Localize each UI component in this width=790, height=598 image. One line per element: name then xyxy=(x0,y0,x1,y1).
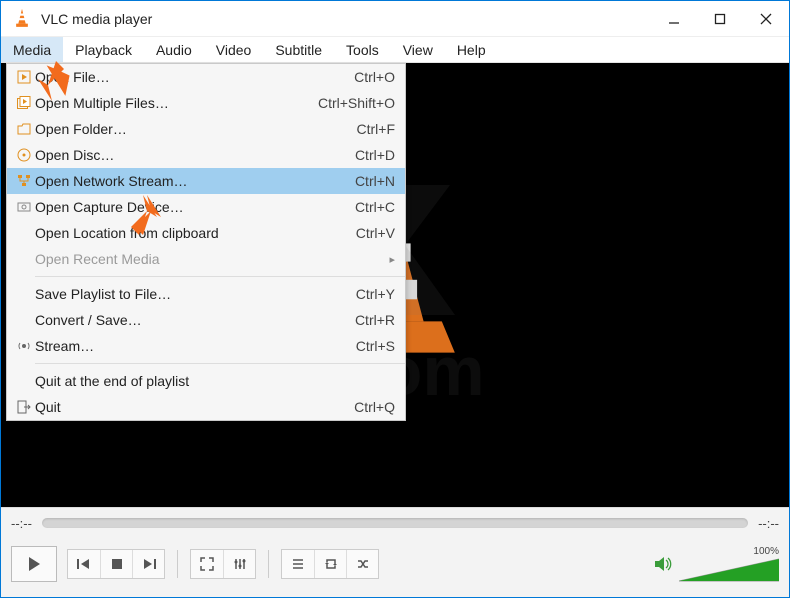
menu-open-capture[interactable]: Open Capture Device… Ctrl+C xyxy=(7,194,405,220)
menu-label: Open Location from clipboard xyxy=(35,225,344,241)
menu-shortcut: Ctrl+Y xyxy=(356,286,395,302)
close-button[interactable] xyxy=(743,1,789,37)
menu-label: Open Recent Media xyxy=(35,251,389,267)
file-play-icon xyxy=(13,70,35,84)
files-play-icon xyxy=(13,96,35,110)
menu-label: Open Folder… xyxy=(35,121,345,137)
menu-shortcut: Ctrl+V xyxy=(356,225,395,241)
media-menu-dropdown: Open File… Ctrl+O Open Multiple Files… C… xyxy=(6,63,406,421)
menu-shortcut: Ctrl+O xyxy=(354,69,395,85)
menu-shortcut: Ctrl+R xyxy=(355,312,395,328)
menu-video[interactable]: Video xyxy=(204,37,264,62)
volume-control: 100% xyxy=(653,546,779,583)
menu-separator xyxy=(35,363,405,364)
fullscreen-button[interactable] xyxy=(191,550,223,578)
next-icon xyxy=(141,557,157,571)
loop-button[interactable] xyxy=(314,550,346,578)
menu-view[interactable]: View xyxy=(391,37,445,62)
menu-open-folder[interactable]: Open Folder… Ctrl+F xyxy=(7,116,405,142)
seek-row: --:-- --:-- xyxy=(1,508,789,538)
menu-quit[interactable]: Quit Ctrl+Q xyxy=(7,394,405,420)
shuffle-button[interactable] xyxy=(346,550,378,578)
app-window: VLC media player Media Playback Audio Vi… xyxy=(0,0,790,598)
menu-open-disc[interactable]: Open Disc… Ctrl+D xyxy=(7,142,405,168)
previous-button[interactable] xyxy=(68,550,100,578)
play-icon xyxy=(25,555,43,573)
menu-playback[interactable]: Playback xyxy=(63,37,144,62)
menu-open-network-stream[interactable]: Open Network Stream… Ctrl+N xyxy=(7,168,405,194)
annotation-arrow-icon xyxy=(34,59,74,103)
menu-save-playlist[interactable]: Save Playlist to File… Ctrl+Y xyxy=(7,281,405,307)
time-elapsed[interactable]: --:-- xyxy=(11,516,32,531)
controls-row: 100% xyxy=(1,538,789,590)
vlc-cone-icon xyxy=(11,8,33,30)
seek-slider[interactable] xyxy=(42,518,748,528)
separator xyxy=(268,550,269,578)
menu-open-recent[interactable]: Open Recent Media ▸ xyxy=(7,246,405,272)
volume-slider[interactable] xyxy=(679,557,779,583)
maximize-button[interactable] xyxy=(697,1,743,37)
menu-label: Save Playlist to File… xyxy=(35,286,344,302)
menu-tools[interactable]: Tools xyxy=(334,37,391,62)
menu-convert[interactable]: Convert / Save… Ctrl+R xyxy=(7,307,405,333)
menu-label: Open Multiple Files… xyxy=(35,95,306,111)
volume-percent: 100% xyxy=(745,546,779,557)
menu-label: Convert / Save… xyxy=(35,312,343,328)
stop-icon xyxy=(111,558,123,570)
window-buttons xyxy=(651,1,789,37)
menu-shortcut: Ctrl+Q xyxy=(354,399,395,415)
menu-shortcut: Ctrl+N xyxy=(355,173,395,189)
menu-audio[interactable]: Audio xyxy=(144,37,204,62)
menubar: Media Playback Audio Video Subtitle Tool… xyxy=(1,37,789,63)
network-icon xyxy=(13,174,35,188)
speaker-icon[interactable] xyxy=(653,555,673,573)
submenu-arrow-icon: ▸ xyxy=(389,253,395,266)
view-buttons-group xyxy=(190,549,256,579)
playlist-button[interactable] xyxy=(282,550,314,578)
menu-label: Quit xyxy=(35,399,342,415)
shuffle-icon xyxy=(356,557,370,571)
menu-subtitle[interactable]: Subtitle xyxy=(263,37,334,62)
folder-icon xyxy=(13,122,35,136)
menu-shortcut: Ctrl+Shift+O xyxy=(318,95,395,111)
menu-open-clipboard[interactable]: Open Location from clipboard Ctrl+V xyxy=(7,220,405,246)
capture-icon xyxy=(13,200,35,214)
menu-label: Quit at the end of playlist xyxy=(35,373,395,389)
controls-panel: --:-- --:-- xyxy=(1,507,789,597)
separator xyxy=(177,550,178,578)
menu-label: Open File… xyxy=(35,69,342,85)
play-button[interactable] xyxy=(11,546,57,582)
annotation-arrow-icon xyxy=(125,193,165,237)
time-remaining[interactable]: --:-- xyxy=(758,516,779,531)
disc-icon xyxy=(13,148,35,162)
extended-settings-button[interactable] xyxy=(223,550,255,578)
menu-shortcut: Ctrl+D xyxy=(355,147,395,163)
menu-shortcut: Ctrl+C xyxy=(355,199,395,215)
next-button[interactable] xyxy=(132,550,164,578)
playlist-icon xyxy=(291,557,305,571)
menu-help[interactable]: Help xyxy=(445,37,498,62)
menu-shortcut: Ctrl+S xyxy=(356,338,395,354)
previous-icon xyxy=(76,557,92,571)
loop-icon xyxy=(324,557,338,571)
exit-icon xyxy=(13,400,35,414)
menu-label: Stream… xyxy=(35,338,344,354)
fullscreen-icon xyxy=(200,557,214,571)
minimize-button[interactable] xyxy=(651,1,697,37)
window-title: VLC media player xyxy=(41,11,651,27)
titlebar: VLC media player xyxy=(1,1,789,37)
equalizer-icon xyxy=(233,557,247,571)
menu-quit-end[interactable]: Quit at the end of playlist xyxy=(7,368,405,394)
playlist-buttons-group xyxy=(281,549,379,579)
menu-label: Open Disc… xyxy=(35,147,343,163)
playback-buttons-group xyxy=(67,549,165,579)
stop-button[interactable] xyxy=(100,550,132,578)
menu-label: Open Capture Device… xyxy=(35,199,343,215)
menu-shortcut: Ctrl+F xyxy=(357,121,396,137)
menu-label: Open Network Stream… xyxy=(35,173,343,189)
menu-stream[interactable]: Stream… Ctrl+S xyxy=(7,333,405,359)
stream-icon xyxy=(13,339,35,353)
menu-separator xyxy=(35,276,405,277)
